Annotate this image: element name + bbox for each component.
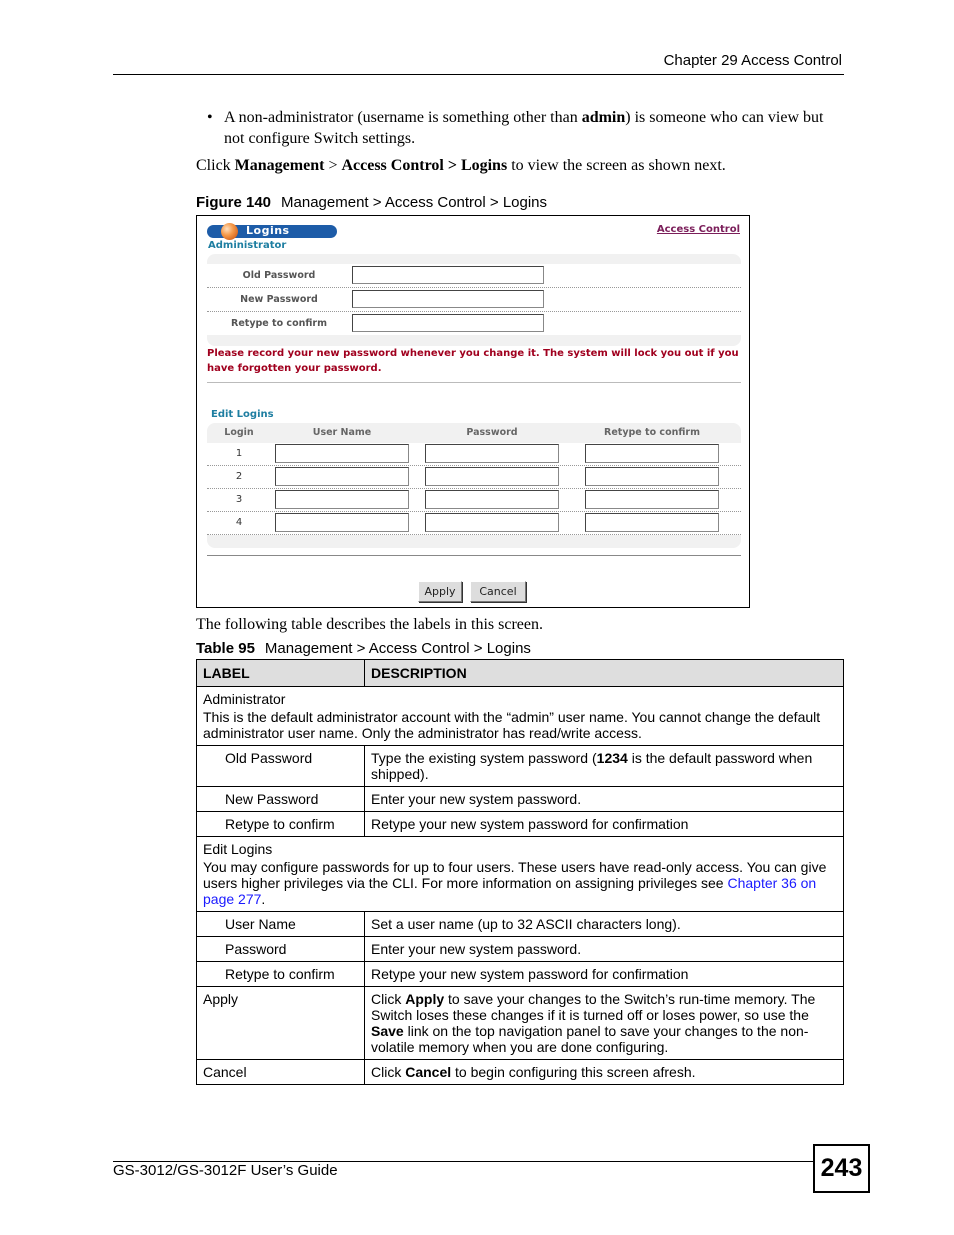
chapter-title: Chapter 29 Access Control <box>663 52 842 69</box>
bullet-icon: • <box>207 109 213 126</box>
new-password-row: New Password <box>207 288 741 312</box>
table-row: Apply Click Apply to save your changes t… <box>196 986 844 1060</box>
table-row: Old Password Type the existing system pa… <box>196 745 844 787</box>
table-row: Retype to confirm Retype your new system… <box>196 961 844 987</box>
retype-input[interactable] <box>585 444 719 463</box>
retype-input[interactable] <box>585 490 719 509</box>
header-divider <box>113 74 844 75</box>
col-user-name: User Name <box>312 427 372 438</box>
col-password: Password <box>466 427 518 438</box>
login-row: 4 <box>207 512 741 535</box>
user-name-input[interactable] <box>275 513 409 532</box>
guide-title: GS-3012/GS-3012F User’s Guide <box>113 1162 338 1179</box>
table-row: Retype to confirm Retype your new system… <box>196 811 844 837</box>
labels-description-table: LABEL DESCRIPTION Administrator This is … <box>196 659 844 1085</box>
table-row: New Password Enter your new system passw… <box>196 786 844 812</box>
table-header-row: LABEL DESCRIPTION <box>196 659 844 687</box>
logins-screen-figure: Logins Access Control Administrator Old … <box>196 215 750 608</box>
cancel-button[interactable]: Cancel <box>470 581 526 602</box>
bullet-paragraph: • A non-administrator (username is somet… <box>207 109 824 147</box>
table-row: Edit Logins You may configure passwords … <box>196 836 844 912</box>
screen-title-bar: Logins <box>207 223 337 240</box>
retype-input[interactable] <box>585 467 719 486</box>
screen-title: Logins <box>246 224 290 237</box>
login-row: 3 <box>207 489 741 512</box>
edit-logins-panel: Login User Name Password Retype to confi… <box>207 423 741 548</box>
password-input[interactable] <box>425 513 559 532</box>
page-number: 243 <box>813 1144 870 1193</box>
following-paragraph: The following table describes the labels… <box>196 616 544 633</box>
divider <box>207 555 741 556</box>
password-warning: Please record your new password whenever… <box>207 348 739 374</box>
table-row: Password Enter your new system password. <box>196 936 844 962</box>
user-name-input[interactable] <box>275 467 409 486</box>
password-input[interactable] <box>425 467 559 486</box>
instruction-paragraph: Click Management > Access Control > Logi… <box>196 157 726 174</box>
edit-logins-section-label: Edit Logins <box>211 409 274 420</box>
col-retype: Retype to confirm <box>604 427 700 438</box>
login-row: 1 <box>207 443 741 466</box>
old-password-row: Old Password <box>207 264 741 288</box>
table-row: Cancel Click Cancel to begin configuring… <box>196 1059 844 1085</box>
edit-logins-header: Login User Name Password Retype to confi… <box>207 423 741 443</box>
user-name-input[interactable] <box>275 444 409 463</box>
table-caption: Table 95 Management > Access Control > Lo… <box>196 640 531 657</box>
table-row: User Name Set a user name (up to 32 ASCI… <box>196 911 844 937</box>
table-row: Administrator This is the default admini… <box>196 686 844 746</box>
administrator-section-label: Administrator <box>208 240 287 251</box>
old-password-input[interactable] <box>352 266 544 284</box>
figure-caption: Figure 140 Management > Access Control > … <box>196 194 548 211</box>
col-login: Login <box>224 427 254 438</box>
apply-button[interactable]: Apply <box>418 581 462 602</box>
user-name-input[interactable] <box>275 490 409 509</box>
password-input[interactable] <box>425 444 559 463</box>
administrator-panel: Old Password New Password Retype to conf… <box>207 254 741 346</box>
password-input[interactable] <box>425 490 559 509</box>
orange-ball-icon <box>221 223 238 240</box>
access-control-link[interactable]: Access Control <box>657 224 740 235</box>
new-password-input[interactable] <box>352 290 544 308</box>
divider <box>207 382 741 383</box>
retype-password-row: Retype to confirm <box>207 312 741 335</box>
login-row: 2 <box>207 466 741 489</box>
retype-password-input[interactable] <box>352 314 544 332</box>
retype-input[interactable] <box>585 513 719 532</box>
